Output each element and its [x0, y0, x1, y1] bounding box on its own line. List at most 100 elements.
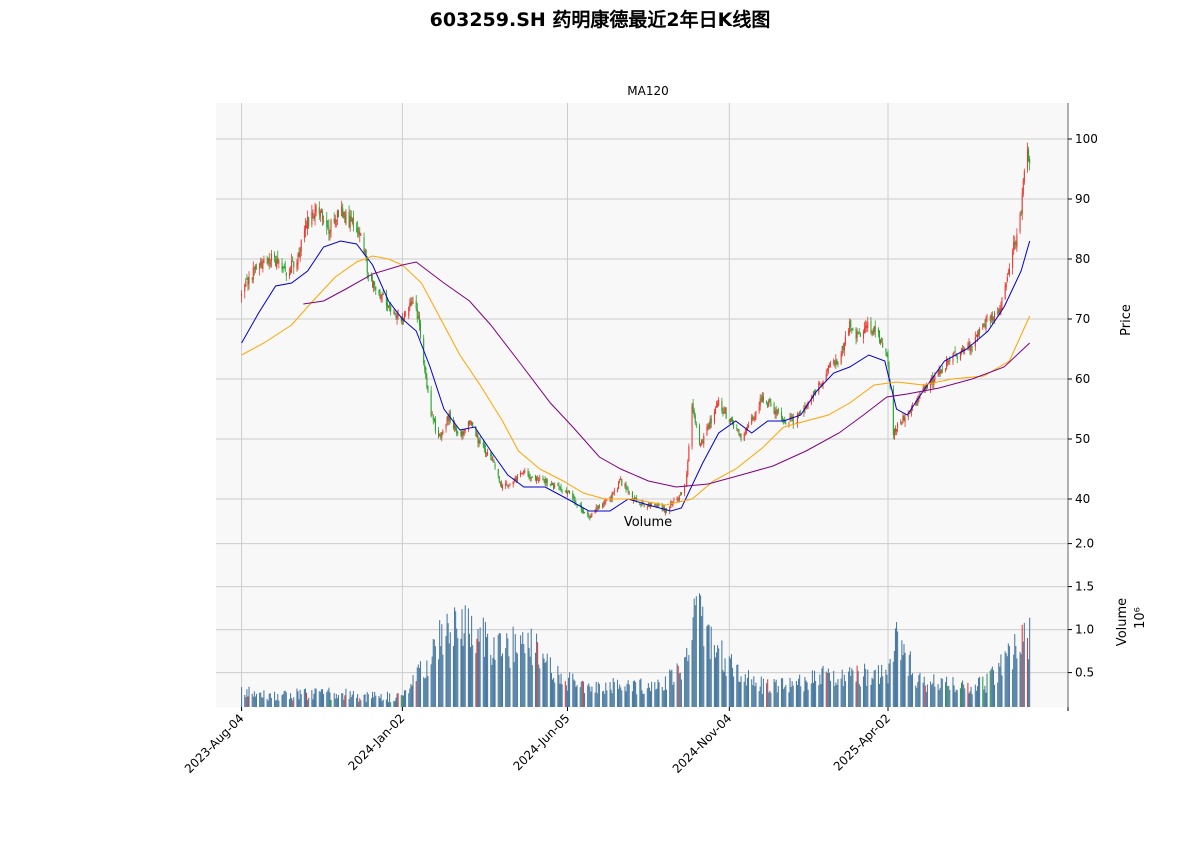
candle-body — [673, 499, 675, 501]
volume-bar — [452, 646, 455, 707]
volume-bar — [858, 684, 860, 707]
volume-bar — [590, 691, 592, 707]
candle-body — [773, 404, 775, 413]
volume-bar — [799, 674, 801, 707]
candle-body — [937, 373, 939, 374]
candle-body — [710, 418, 712, 424]
candle-body — [337, 210, 340, 217]
candle-body — [370, 275, 373, 280]
candle-body — [426, 377, 428, 388]
candle-body — [1007, 272, 1009, 275]
volume-bar — [618, 688, 620, 707]
candle-body — [897, 423, 899, 428]
candle-body — [521, 473, 523, 475]
volume-bar — [291, 698, 293, 707]
volume-bar — [917, 681, 919, 707]
volume-bar — [385, 699, 387, 707]
candle-body — [304, 224, 306, 231]
volume-bar — [975, 690, 977, 707]
volume-bar — [992, 670, 994, 707]
candle-body — [499, 482, 501, 484]
volume-bar — [425, 677, 427, 707]
candle-body — [552, 483, 554, 485]
candle-body — [858, 332, 860, 334]
volume-bar — [679, 672, 681, 707]
volume-bar — [247, 696, 249, 707]
volume-bar — [915, 685, 917, 707]
volume-bar — [485, 637, 488, 707]
candle-body — [998, 309, 1000, 314]
candle-body — [500, 482, 502, 488]
candle-body — [1005, 283, 1007, 288]
volume-bar — [304, 688, 306, 707]
candle-body — [949, 358, 951, 362]
volume-bar — [892, 661, 894, 707]
volume-bar — [534, 652, 537, 707]
candle-body — [871, 331, 873, 333]
volume-bar — [298, 699, 300, 707]
candle-body — [604, 501, 606, 504]
candle-body — [953, 352, 955, 355]
candle-body — [447, 415, 449, 421]
volume-bar — [283, 690, 285, 707]
volume-bar — [501, 653, 504, 707]
candle-body — [628, 491, 630, 493]
volume-bar — [588, 683, 590, 707]
volume-bar — [964, 688, 966, 707]
volume-bar — [640, 678, 642, 707]
candle-body — [505, 483, 507, 487]
candle-body — [896, 429, 898, 432]
volume-bar — [773, 679, 775, 707]
candle-body — [619, 481, 621, 483]
volume-bar — [625, 691, 627, 707]
volume-bar — [662, 690, 664, 707]
volume-bar — [440, 646, 442, 707]
x-tick-label: 2024-Jan-02 — [346, 711, 408, 773]
volume-bar — [774, 682, 776, 707]
candle-body — [706, 427, 708, 436]
volume-bar — [417, 664, 419, 707]
candle-body — [374, 282, 376, 286]
candle-body — [445, 424, 447, 430]
candle-body — [538, 479, 540, 481]
volume-bar — [693, 598, 695, 707]
candle-body — [299, 251, 301, 259]
candle-body — [900, 422, 902, 424]
volume-bar — [998, 662, 1000, 707]
volume-bar — [714, 657, 717, 707]
volume-bar — [566, 690, 568, 707]
volume-bar — [359, 698, 361, 707]
candle-body — [419, 323, 422, 338]
candle-body — [558, 485, 560, 487]
volume-bar — [505, 648, 507, 707]
volume-bar — [770, 692, 772, 707]
candle-body — [468, 420, 471, 425]
candle-body — [549, 483, 551, 485]
volume-bar — [955, 689, 957, 707]
volume-bar — [776, 692, 778, 707]
candle-body — [760, 399, 762, 400]
volume-bar — [375, 695, 377, 707]
volume-bar — [418, 668, 420, 707]
volume-bar — [358, 701, 360, 707]
volume-bar — [825, 671, 827, 707]
candle-body — [493, 460, 495, 463]
candle-body — [979, 329, 981, 334]
volume-bar — [634, 680, 636, 707]
candle-body — [290, 270, 292, 273]
candle-body — [432, 415, 434, 420]
volume-bar — [783, 688, 785, 707]
candle-body — [567, 491, 570, 493]
candle-body — [703, 435, 705, 445]
volume-bar — [804, 676, 806, 707]
volume-bar — [521, 643, 523, 707]
candle-body — [602, 504, 604, 508]
volume-bar — [579, 687, 581, 707]
volume-bar — [357, 694, 359, 707]
candle-body — [305, 225, 308, 228]
candle-body — [598, 506, 600, 508]
candle-body — [944, 368, 947, 371]
candle-body — [330, 219, 332, 232]
candle-body — [721, 401, 723, 411]
candle-body — [655, 504, 657, 506]
